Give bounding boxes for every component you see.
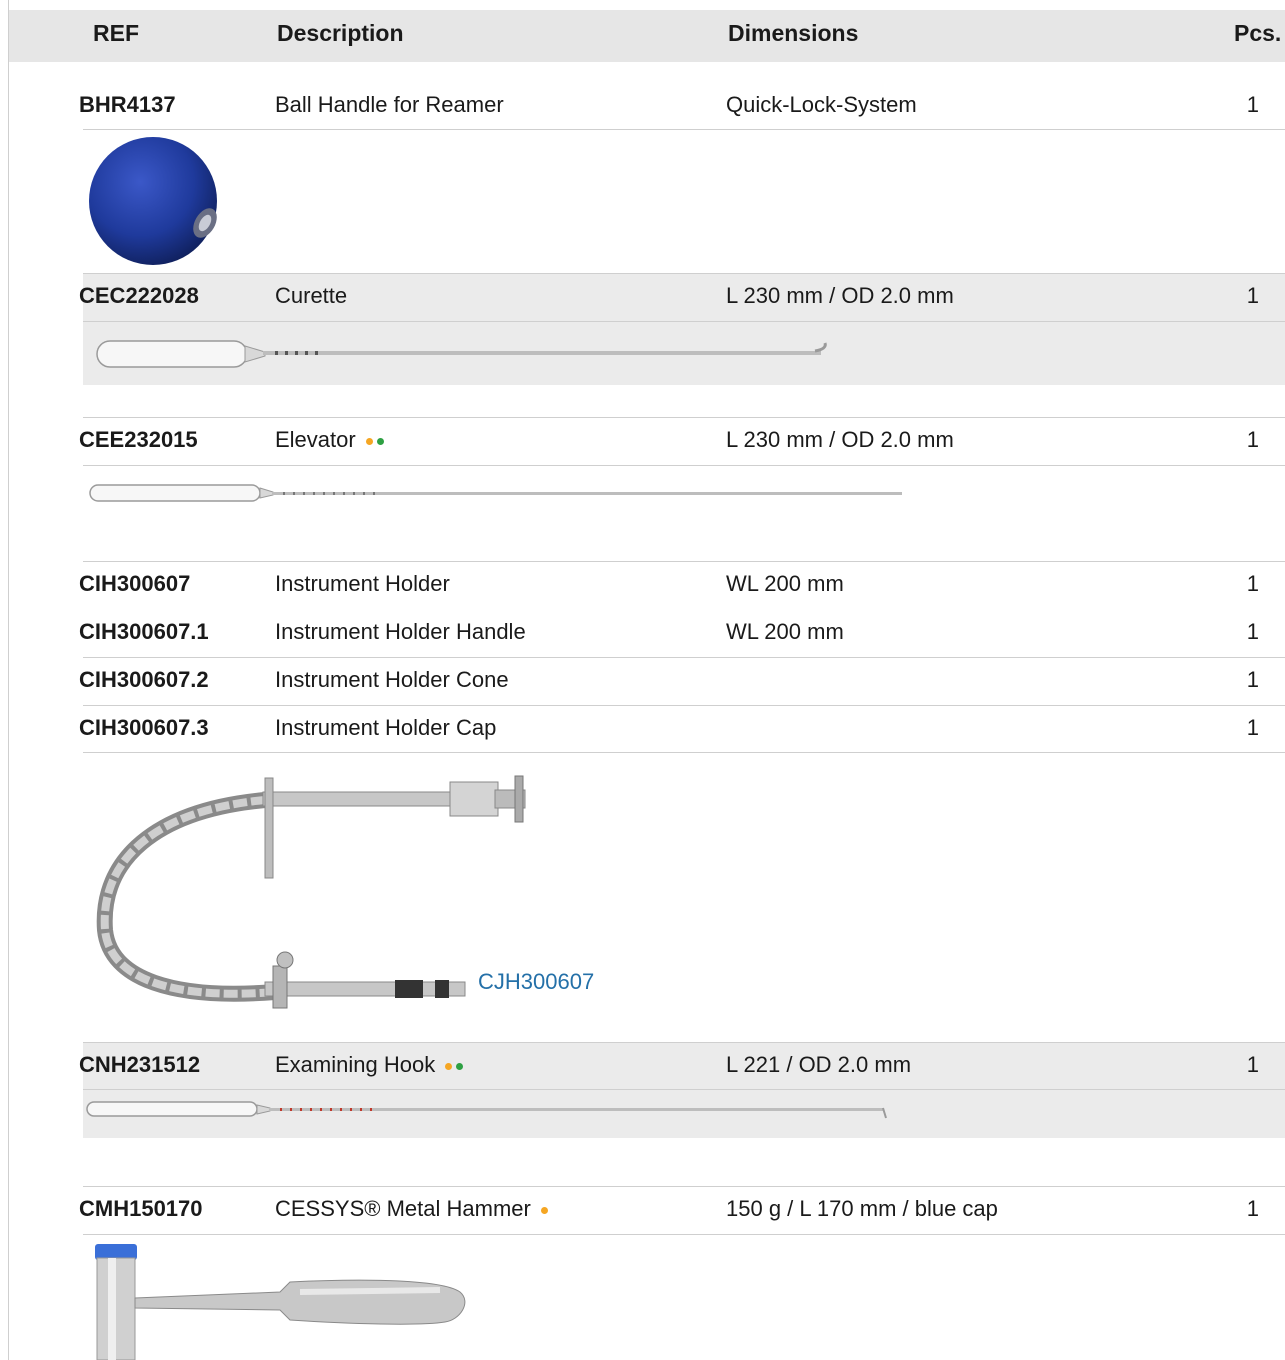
description-cell: Instrument Holder Cap — [275, 715, 497, 740]
divider — [83, 1234, 1285, 1235]
dimensions-cell: WL 200 mm — [726, 571, 844, 596]
orange-dot-icon — [365, 437, 373, 445]
pcs-cell: 1 — [1246, 619, 1259, 644]
table-row: CIH300607.1 Instrument Holder Handle WL … — [79, 610, 1285, 658]
table-row: BHR4137 Ball Handle for Reamer Quick-Loc… — [79, 83, 1285, 130]
divider — [83, 1089, 1285, 1090]
description-text: Examining Hook — [275, 1052, 436, 1077]
table-header: REF Description Dimensions Pcs. — [9, 10, 1285, 62]
dimensions-cell: 150 g / L 170 mm / blue cap — [726, 1196, 998, 1221]
header-description: Description — [277, 20, 404, 46]
divider — [83, 465, 1285, 466]
green-dot-icon — [456, 1062, 464, 1070]
divider — [83, 321, 1285, 322]
header-dimensions: Dimensions — [728, 20, 859, 46]
pcs-cell: 1 — [1246, 715, 1259, 740]
curette-image — [96, 340, 827, 368]
metal-hammer-image — [95, 1244, 466, 1360]
ref-cell: CIH300607.3 — [79, 715, 209, 740]
description-text: CESSYS® Metal Hammer — [275, 1196, 531, 1221]
table-row: CIH300607.3 Instrument Holder Cap 1 — [79, 705, 1285, 753]
instrument-holder-image — [96, 775, 526, 1009]
ref-cell: CEE232015 — [79, 427, 198, 452]
dimensions-cell: Quick-Lock-System — [726, 92, 917, 117]
description-cell: Ball Handle for Reamer — [275, 92, 504, 117]
pcs-cell: 1 — [1246, 1196, 1259, 1221]
ref-cell: CMH150170 — [79, 1196, 203, 1221]
header-pcs: Pcs. — [1234, 20, 1282, 46]
examining-hook-image — [86, 1101, 887, 1119]
description-cell: Instrument Holder — [275, 571, 450, 596]
ref-cell: CIH300607 — [79, 571, 191, 596]
ref-cell: CNH231512 — [79, 1052, 201, 1077]
ref-cell: BHR4137 — [79, 92, 176, 117]
description-cell: Instrument Holder Handle — [275, 619, 526, 644]
header-ref: REF — [93, 20, 139, 46]
ball-handle-image — [89, 137, 217, 265]
pcs-cell: 1 — [1246, 283, 1259, 308]
ref-cell: CIH300607.1 — [79, 619, 209, 644]
description-cell: CESSYS® Metal Hammer — [275, 1187, 548, 1231]
dimensions-cell: L 230 mm / OD 2.0 mm — [726, 283, 954, 308]
table-row: CIH300607.2 Instrument Holder Cone 1 — [79, 657, 1285, 705]
green-dot-icon — [376, 437, 384, 445]
ref-cell: CIH300607.2 — [79, 667, 209, 692]
left-margin-line — [8, 0, 9, 1360]
elevator-image — [89, 484, 902, 502]
description-cell: Examining Hook — [275, 1043, 464, 1087]
description-text: Elevator — [275, 427, 356, 452]
ref-cell: CEC222028 — [79, 283, 199, 308]
dimensions-cell: L 230 mm / OD 2.0 mm — [726, 427, 954, 452]
description-cell: Elevator — [275, 418, 384, 462]
table-row: CMH150170 CESSYS® Metal Hammer 150 g / L… — [79, 1187, 1285, 1235]
description-cell: Instrument Holder Cone — [275, 667, 509, 692]
pcs-cell: 1 — [1246, 92, 1259, 117]
pcs-cell: 1 — [1246, 427, 1259, 452]
table-row: CIH300607 Instrument Holder WL 200 mm 1 — [79, 562, 1285, 610]
description-cell: Curette — [275, 283, 348, 308]
pcs-cell: 1 — [1246, 571, 1259, 596]
divider — [83, 752, 1285, 753]
instrument-holder-link[interactable]: CJH300607 — [478, 969, 594, 995]
table-row: CEC222028 Curette L 230 mm / OD 2.0 mm 1 — [79, 273, 1285, 321]
pcs-cell: 1 — [1246, 1052, 1259, 1077]
table-row: CNH231512 Examining Hook L 221 / OD 2.0 … — [79, 1042, 1285, 1090]
dimensions-cell: L 221 / OD 2.0 mm — [726, 1052, 912, 1077]
orange-dot-icon — [540, 1206, 548, 1214]
pcs-cell: 1 — [1246, 667, 1259, 692]
table-row: CEE232015 Elevator L 230 mm / OD 2.0 mm … — [79, 418, 1285, 466]
dimensions-cell: WL 200 mm — [726, 619, 844, 644]
orange-dot-icon — [445, 1062, 453, 1070]
